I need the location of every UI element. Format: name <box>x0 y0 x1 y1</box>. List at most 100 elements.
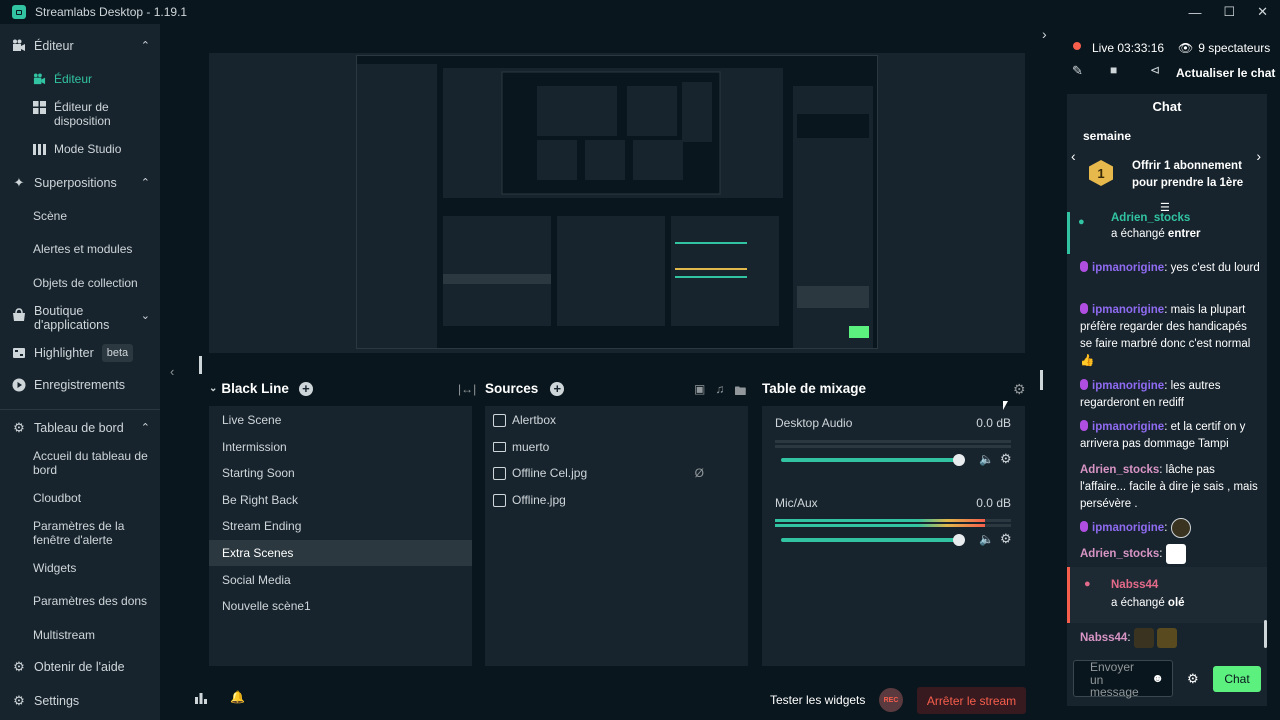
preview-resize-handle[interactable] <box>199 356 202 374</box>
speaker-icon[interactable]: 🔈 <box>979 532 994 546</box>
speaker-icon[interactable]: 🔈 <box>979 452 994 466</box>
sidebar-item-multistream[interactable]: Multistream <box>33 628 153 642</box>
source-label: Alertbox <box>512 413 557 427</box>
notifications-bell-icon[interactable]: 🔔 <box>230 690 245 704</box>
scene-item[interactable]: Intermission <box>209 434 472 460</box>
scene-item[interactable]: Social Media <box>209 567 472 593</box>
sidebar-item-layout-editor[interactable]: Éditeur de disposition <box>33 100 153 128</box>
scene-item-active[interactable]: Extra Scenes <box>209 540 472 566</box>
scene-transition-icon[interactable]: |↔| <box>458 382 476 396</box>
collapse-left-icon[interactable]: ‹ <box>170 364 174 379</box>
source-item[interactable]: Alertbox <box>493 407 743 433</box>
collapse-chat-icon[interactable]: › <box>1042 26 1047 42</box>
pinned-text: Offrir 1 abonnement pour prendre la 1ère <box>1132 160 1244 189</box>
record-button[interactable]: REC <box>879 688 903 712</box>
add-folder-icon[interactable]: 🖿 <box>734 382 746 403</box>
refresh-chat-button[interactable]: Actualiser le chat <box>1176 66 1275 80</box>
mixer-channel-db: 0.0 dB <box>976 416 1011 430</box>
sidebar-section-appstore[interactable]: Boutique d'applications ⌄ <box>12 304 156 332</box>
sidebar-item-settings[interactable]: ⚙ Settings <box>12 694 156 709</box>
reward-icon: ● <box>1084 578 1091 590</box>
streamlabs-logo-icon <box>12 5 26 19</box>
slider-knob[interactable] <box>953 454 965 466</box>
sidebar-section-label: Tableau de bord <box>34 421 124 435</box>
scene-item[interactable]: Stream Ending <box>209 513 472 539</box>
maximize-icon[interactable]: ☐ <box>1223 4 1235 20</box>
chevron-down-icon[interactable]: ⌄ <box>209 383 217 394</box>
audio-icon[interactable]: ♫ <box>715 382 724 403</box>
mixer-channel-name: Desktop Audio <box>775 416 853 430</box>
layout-grid-icon <box>33 101 46 114</box>
mic-badge-icon <box>1080 303 1088 314</box>
close-icon[interactable]: ✕ <box>1257 4 1268 20</box>
sidebar-item-widgets[interactable]: Widgets <box>33 561 153 575</box>
volume-meter <box>775 440 1011 443</box>
scene-item[interactable]: Starting Soon <box>209 460 472 486</box>
chevron-left-icon[interactable]: ‹ <box>1071 148 1076 164</box>
sidebar-item-collectibles[interactable]: Objets de collection <box>33 276 153 290</box>
send-chat-button[interactable]: Chat <box>1213 666 1261 692</box>
sidebar-item-donation-settings[interactable]: Paramètres des dons <box>33 594 153 608</box>
gold-emote-icon <box>1156 628 1177 648</box>
channel-settings-icon[interactable]: ⚙ <box>1000 451 1012 467</box>
viewer-count: 9 spectateurs <box>1198 41 1271 55</box>
audio-mixer: Desktop Audio 0.0 dB 🔈 ⚙ Mic/Aux 0.0 dB … <box>762 406 1025 666</box>
sidebar-section-dashboard[interactable]: ⚙ Tableau de bord ⌃ <box>12 421 156 436</box>
test-widgets-button[interactable]: Tester les widgets <box>770 693 865 707</box>
sidebar-item-recordings[interactable]: Enregistrements <box>12 378 156 392</box>
chat-settings-icon[interactable]: ⚙ <box>1187 671 1199 687</box>
source-item[interactable]: Offline.jpg <box>493 487 743 513</box>
add-source-icon[interactable]: + <box>550 381 565 396</box>
scene-item[interactable]: Be Right Back <box>209 487 472 513</box>
source-item[interactable]: muerto <box>493 434 743 460</box>
volume-slider[interactable] <box>781 454 965 466</box>
channel-settings-icon[interactable]: ⚙ <box>1000 531 1012 547</box>
add-scene-icon[interactable]: + <box>298 381 313 396</box>
title-bar: Streamlabs Desktop - 1.19.1 — ☐ ✕ <box>0 0 1280 24</box>
chevron-right-icon[interactable]: › <box>1256 148 1261 164</box>
sources-list: Alertbox muerto Offline Cel.jpg Ø Offlin… <box>485 406 748 666</box>
minimize-icon[interactable]: — <box>1188 5 1201 20</box>
chevron-up-icon: ⌃ <box>140 422 150 434</box>
sidebar-item-scene[interactable]: Scène <box>33 209 153 223</box>
visibility-off-icon[interactable]: Ø <box>695 460 704 486</box>
chat-message: ipmanorigine: yes c'est du lourd <box>1080 260 1260 277</box>
sidebar-item-studio-mode[interactable]: Mode Studio <box>33 142 153 156</box>
chat-scrollbar[interactable] <box>1264 620 1267 648</box>
sources-title: Sources <box>485 381 539 396</box>
scene-item[interactable]: Live Scene <box>209 407 472 433</box>
dock-resize-handle[interactable] <box>1040 370 1043 390</box>
sidebar-item-dashboard-home[interactable]: Accueil du tableau de bord <box>33 449 153 477</box>
sidebar-item-help[interactable]: ⚙ Obtenir de l'aide <box>12 660 156 675</box>
camera-icon[interactable]: ■ <box>1110 63 1117 77</box>
sidebar-item-label: Cloudbot <box>33 491 82 505</box>
source-selection-icon[interactable]: ▣ <box>694 382 705 403</box>
image-icon <box>493 493 506 507</box>
scene-item[interactable]: Nouvelle scène1 <box>209 593 472 619</box>
sidebar-item-editor[interactable]: Éditeur <box>33 72 153 86</box>
stop-stream-button[interactable]: Arrêter le stream <box>917 687 1026 714</box>
mic-badge-icon <box>1080 261 1088 272</box>
sidebar-item-label: Éditeur de disposition <box>54 100 111 128</box>
chat-input[interactable]: Envoyer un message ☻ <box>1073 660 1173 698</box>
sidebar-section-editor[interactable]: Éditeur ⌃ <box>12 39 156 53</box>
chevron-up-icon: ⌃ <box>140 177 150 189</box>
performance-stats-icon[interactable] <box>195 692 207 707</box>
volume-slider[interactable] <box>781 534 965 546</box>
source-label: Offline Cel.jpg <box>512 466 588 480</box>
sidebar-section-overlays[interactable]: ✦ Superpositions ⌃ <box>12 176 156 191</box>
sidebar-item-alerts[interactable]: Alertes et modules <box>33 242 153 256</box>
sidebar-item-alert-settings[interactable]: Paramètres de la fenêtre d'alerte <box>33 519 153 547</box>
sidebar-item-label: Alertes et modules <box>33 242 133 256</box>
sub-badge-icon: 1 <box>1089 160 1113 186</box>
sidebar-item-highlighter[interactable]: Highlighter beta <box>12 344 156 362</box>
mixer-settings-icon[interactable]: ⚙ <box>1013 381 1026 398</box>
edit-pencil-icon[interactable]: ✎ <box>1072 63 1083 79</box>
source-item[interactable]: Offline Cel.jpg Ø <box>493 460 718 486</box>
emoji-icon[interactable]: ☻ <box>1151 671 1164 685</box>
share-icon[interactable]: ⊲ <box>1150 63 1160 77</box>
sidebar-section-label: Superpositions <box>34 176 117 190</box>
sidebar-item-cloudbot[interactable]: Cloudbot <box>33 491 153 505</box>
volume-meter <box>775 519 1011 522</box>
slider-knob[interactable] <box>953 534 965 546</box>
